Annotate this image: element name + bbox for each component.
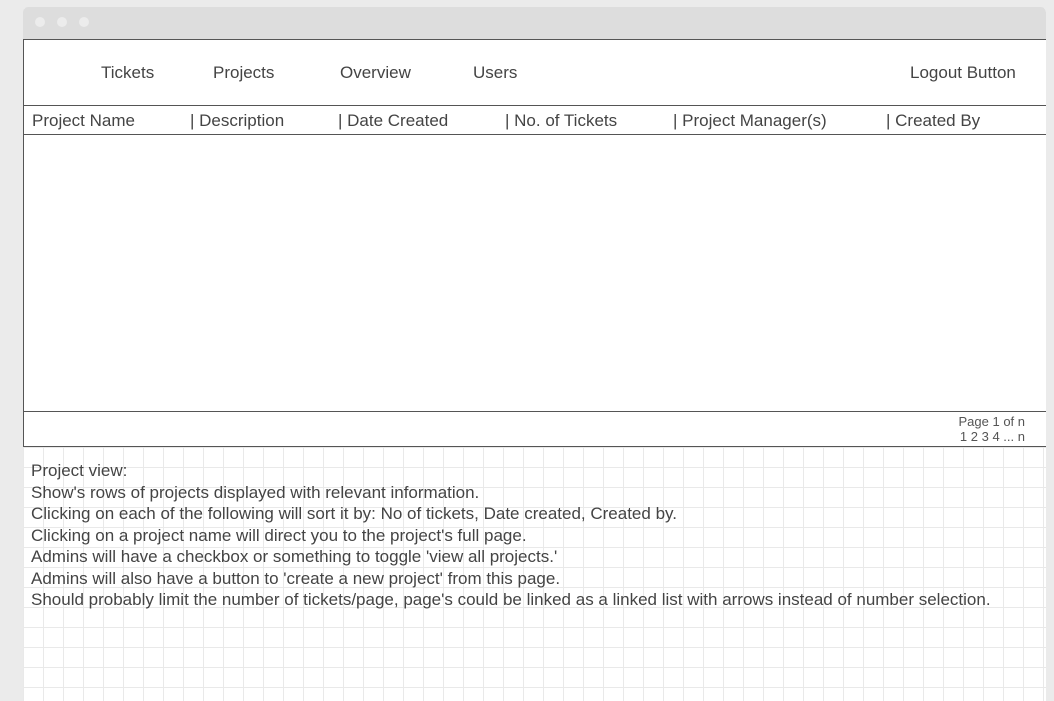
page-link-1[interactable]: 1 (960, 429, 967, 444)
page-links: 1 2 3 4 ... n (959, 429, 1025, 444)
note-line: Admins will have a checkbox or something… (31, 547, 558, 566)
browser-window: Tickets Projects Overview Users Logout B… (23, 7, 1046, 701)
nav-projects[interactable]: Projects (213, 63, 274, 83)
note-line: Clicking on a project name will direct y… (31, 525, 527, 545)
top-nav: Tickets Projects Overview Users Logout B… (24, 40, 1046, 106)
logout-button[interactable]: Logout Button (910, 63, 1016, 83)
page-frame: Tickets Projects Overview Users Logout B… (23, 39, 1046, 447)
nav-overview[interactable]: Overview (340, 63, 411, 83)
page-link-4[interactable]: 4 (992, 429, 999, 444)
page-link-3[interactable]: 3 (982, 429, 989, 444)
table-header: Project Name | Description | Date Create… (24, 106, 1046, 135)
note-line: Should probably limit the number of tick… (31, 590, 991, 609)
page-link-ellipsis: ... (1003, 429, 1015, 444)
table-body (24, 135, 1046, 411)
pagination-footer: Page 1 of n 1 2 3 4 ... n (24, 411, 1046, 446)
page-link-n[interactable]: n (1018, 429, 1025, 444)
window-titlebar (23, 7, 1046, 39)
window-minimize-dot[interactable] (57, 17, 67, 27)
nav-tickets[interactable]: Tickets (101, 63, 154, 83)
column-date-created[interactable]: | Date Created (338, 111, 448, 131)
note-line: Project view: (31, 461, 128, 480)
column-project-name[interactable]: Project Name (32, 111, 135, 131)
nav-users[interactable]: Users (473, 63, 517, 83)
column-project-managers[interactable]: | Project Manager(s) (673, 111, 827, 131)
page-link-2[interactable]: 2 (971, 429, 978, 444)
window-maximize-dot[interactable] (79, 17, 89, 27)
column-no-of-tickets[interactable]: | No. of Tickets (505, 111, 617, 131)
window-close-dot[interactable] (35, 17, 45, 27)
note-line: Admins will also have a button to 'creat… (31, 568, 561, 588)
pagination: Page 1 of n 1 2 3 4 ... n (959, 414, 1026, 444)
note-line: Show's rows of projects displayed with r… (31, 482, 480, 502)
column-description[interactable]: | Description (190, 111, 284, 131)
column-created-by[interactable]: | Created By (886, 111, 980, 131)
design-notes: Project view: Show's rows of projects di… (31, 460, 1021, 611)
note-line: Clicking on each of the following will s… (31, 504, 677, 523)
page-indicator: Page 1 of n (958, 414, 1026, 429)
